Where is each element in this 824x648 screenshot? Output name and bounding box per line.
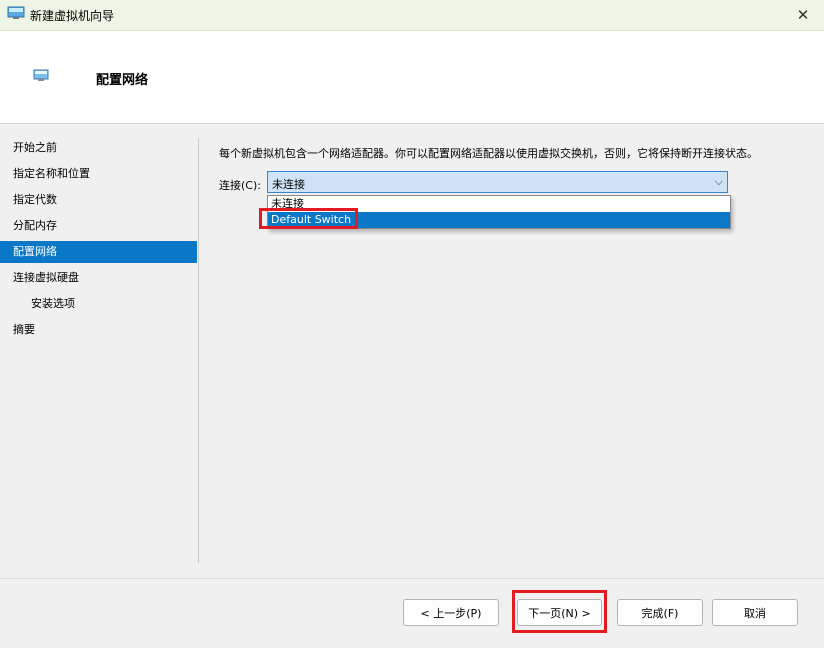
nav-item-summary[interactable]: 摘要 <box>0 319 197 341</box>
finish-button[interactable]: 完成(F) <box>617 599 703 626</box>
new-vm-wizard-window: 新建虚拟机向导 ✕ 配置网络 开始之前 指定名称和位置 指定代数 分配内存 配置… <box>0 0 824 648</box>
annotation-highlight-next <box>512 590 607 633</box>
wizard-header: 配置网络 <box>0 31 824 124</box>
page-title: 配置网络 <box>96 73 149 88</box>
title-bar: 新建虚拟机向导 ✕ <box>0 0 824 31</box>
nav-item-install-options[interactable]: 安装选项 <box>0 293 197 315</box>
previous-button[interactable]: < 上一步(P) <box>403 599 499 626</box>
network-description: 每个新虚拟机包含一个网络适配器。你可以配置网络适配器以使用虚拟交换机，否则，它将… <box>219 147 758 160</box>
annotation-highlight-default-switch <box>259 208 358 229</box>
connection-combobox[interactable]: 未连接 ⌵ <box>267 171 728 193</box>
window-title: 新建虚拟机向导 <box>30 9 115 23</box>
cancel-button[interactable]: 取消 <box>712 599 798 626</box>
nav-item-networking[interactable]: 配置网络 <box>0 241 197 263</box>
close-icon: ✕ <box>796 6 810 24</box>
nav-item-before-you-begin[interactable]: 开始之前 <box>0 137 197 159</box>
connection-label: 连接(C): <box>219 179 261 192</box>
nav-divider <box>198 138 199 563</box>
nav-item-virtual-disk[interactable]: 连接虚拟硬盘 <box>0 267 197 289</box>
nav-item-memory[interactable]: 分配内存 <box>0 215 197 237</box>
close-button[interactable]: ✕ <box>788 2 818 28</box>
network-monitor-icon <box>33 69 49 81</box>
chevron-down-icon[interactable]: ⌵ <box>715 175 723 189</box>
combobox-value: 未连接 <box>272 178 305 191</box>
wizard-step-nav: 开始之前 指定名称和位置 指定代数 分配内存 配置网络 连接虚拟硬盘 安装选项 … <box>0 124 198 578</box>
monitor-icon <box>7 6 25 19</box>
main-content: 每个新虚拟机包含一个网络适配器。你可以配置网络适配器以使用虚拟交换机，否则，它将… <box>200 124 824 578</box>
button-bar-divider <box>0 578 824 579</box>
nav-item-generation[interactable]: 指定代数 <box>0 189 197 211</box>
nav-item-name-location[interactable]: 指定名称和位置 <box>0 163 197 185</box>
